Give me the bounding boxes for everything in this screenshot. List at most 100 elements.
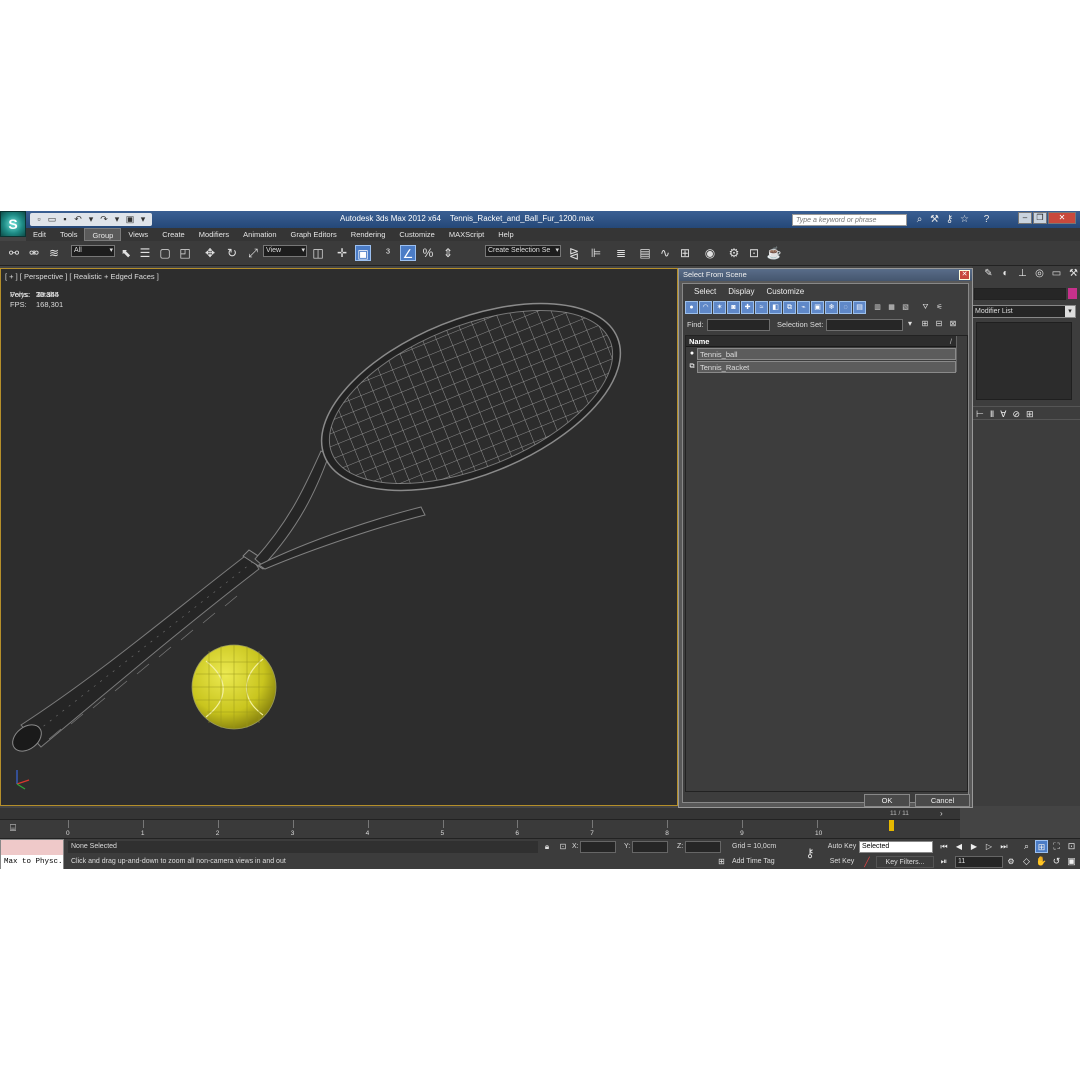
containers-filter-icon[interactable]: ▣: [811, 301, 824, 314]
name-column-header[interactable]: Name /: [686, 336, 956, 347]
display-all-icon[interactable]: ▤: [853, 301, 866, 314]
xrefs-filter-icon[interactable]: ⧉: [783, 301, 796, 314]
zoom-icon[interactable]: ⌕: [1020, 840, 1033, 853]
dialog-menu-display[interactable]: Display: [723, 285, 759, 299]
lock-selection-icon[interactable]: 🔒︎: [541, 841, 553, 853]
app-logo-icon[interactable]: S: [0, 211, 26, 237]
y-coordinate-field[interactable]: [632, 841, 668, 853]
show-end-result-icon[interactable]: Ⅱ: [990, 407, 994, 419]
dialog-menu-customize[interactable]: Customize: [761, 285, 809, 299]
current-frame-field[interactable]: 11: [955, 856, 1003, 868]
make-unique-icon[interactable]: ∀: [1000, 407, 1006, 419]
snaps-toggle-icon[interactable]: ³: [380, 245, 396, 261]
menu-group[interactable]: Group: [84, 228, 122, 241]
ok-button[interactable]: OK: [864, 794, 910, 807]
window-crossing-icon[interactable]: ◰: [177, 245, 193, 261]
menu-customize[interactable]: Customize: [392, 228, 441, 241]
menu-modifiers[interactable]: Modifiers: [192, 228, 236, 241]
named-selection-set-dropdown[interactable]: Create Selection Se: [485, 245, 561, 257]
key-mode-icon[interactable]: ╱: [861, 856, 873, 868]
selection-filter-dropdown[interactable]: All: [71, 245, 115, 257]
layer-manager-icon[interactable]: ≣: [613, 245, 629, 261]
list-item[interactable]: ⧉ Tennis_Racket: [686, 361, 956, 373]
time-tag-icon[interactable]: ⊞: [716, 856, 727, 867]
list-scrollbar[interactable]: [956, 336, 967, 372]
dialog-close-button[interactable]: ✕: [959, 270, 970, 280]
rotate-icon[interactable]: ↻: [224, 245, 240, 261]
hierarchy-tab-icon[interactable]: ⊥: [1016, 267, 1029, 280]
open-file-icon[interactable]: ▭: [46, 213, 58, 225]
find-input[interactable]: [707, 319, 770, 331]
binoculars-icon[interactable]: ⌕: [913, 213, 926, 226]
menu-animation[interactable]: Animation: [236, 228, 283, 241]
time-slider[interactable]: 11 / 11 ›: [0, 808, 960, 819]
favorites-icon[interactable]: ☆: [958, 213, 971, 226]
render-production-icon[interactable]: ☕: [766, 245, 782, 261]
link-icon[interactable]: ⚯: [6, 245, 22, 261]
object-color-swatch[interactable]: [1068, 288, 1077, 299]
transform-type-in-icon[interactable]: ⊡: [557, 841, 569, 853]
align-icon[interactable]: ⊫: [588, 245, 604, 261]
menu-help[interactable]: Help: [491, 228, 520, 241]
zoom-extents-icon[interactable]: ⛶: [1050, 840, 1063, 853]
key-icon[interactable]: ⚷: [943, 213, 956, 226]
angle-snap-icon[interactable]: ∠: [400, 245, 416, 261]
frozen-filter-icon[interactable]: ❄: [825, 301, 838, 314]
spinner-snap-icon[interactable]: ⇕: [440, 245, 456, 261]
set-key-button[interactable]: Set Key: [826, 856, 858, 868]
time-configuration-icon[interactable]: ⚙: [1005, 856, 1017, 868]
helpers-filter-icon[interactable]: ✚: [741, 301, 754, 314]
mirror-icon[interactable]: ⧎: [566, 245, 582, 261]
orbit-icon[interactable]: ↺: [1050, 855, 1063, 868]
select-manipulate-icon[interactable]: ✛: [334, 245, 350, 261]
filter-icon[interactable]: ⛛: [919, 301, 932, 314]
groups-filter-icon[interactable]: ◧: [769, 301, 782, 314]
go-to-start-icon[interactable]: ⏮: [938, 841, 950, 853]
new-file-icon[interactable]: ▫: [33, 213, 45, 225]
dialog-menu-select[interactable]: Select: [689, 285, 721, 299]
add-time-tag[interactable]: Add Time Tag: [732, 856, 775, 868]
reference-coordinate-dropdown[interactable]: View: [263, 245, 307, 257]
maxscript-listener[interactable]: Max to Physc.: [0, 839, 64, 869]
move-icon[interactable]: ✥: [202, 245, 218, 261]
next-frame-icon[interactable]: ›: [940, 808, 943, 819]
pivot-center-icon[interactable]: ◫: [310, 245, 326, 261]
rectangular-selection-icon[interactable]: ▢: [157, 245, 173, 261]
material-editor-icon[interactable]: ◉: [702, 245, 718, 261]
help-search-input[interactable]: Type a keyword or phrase: [792, 214, 907, 226]
tennis-racket[interactable]: [8, 269, 647, 757]
display-tab-icon[interactable]: ▭: [1050, 267, 1063, 280]
bind-space-warp-icon[interactable]: ≋: [46, 245, 62, 261]
project-folder-icon[interactable]: ▣: [124, 213, 136, 225]
save-icon[interactable]: ▪: [59, 213, 71, 225]
go-to-end-icon[interactable]: ⏭: [998, 841, 1010, 853]
redo-icon[interactable]: ↷: [98, 213, 110, 225]
object-name-field[interactable]: [974, 288, 1066, 300]
menu-tools[interactable]: Tools: [53, 228, 85, 241]
viewport-label[interactable]: [ + ] [ Perspective ] [ Realistic + Edge…: [5, 272, 159, 281]
modifier-list-dropdown[interactable]: Modifier List ▾: [972, 305, 1076, 318]
previous-frame-icon[interactable]: ◀: [953, 841, 965, 853]
unlink-icon[interactable]: ⚮: [26, 245, 42, 261]
next-frame-button-icon[interactable]: ▷: [983, 841, 995, 853]
lights-filter-icon[interactable]: ✶: [713, 301, 726, 314]
create-tab-icon[interactable]: ✎: [982, 267, 995, 280]
shapes-filter-icon[interactable]: ◠: [699, 301, 712, 314]
percent-snap-icon[interactable]: %: [420, 245, 436, 261]
key-selection-dropdown[interactable]: Selected: [859, 841, 933, 853]
field-of-view-icon[interactable]: ◇: [1020, 855, 1033, 868]
configure-modifier-sets-icon[interactable]: ⊞: [1026, 407, 1034, 419]
play-icon[interactable]: ▶: [968, 841, 980, 853]
set-key-icon[interactable]: ⚷: [801, 845, 819, 861]
scale-icon[interactable]: ⤢: [245, 245, 261, 261]
menu-maxscript[interactable]: MAXScript: [442, 228, 491, 241]
list-view-icon[interactable]: ⊠: [947, 318, 959, 330]
curve-editor-icon[interactable]: ∿: [657, 245, 673, 261]
key-filters-button[interactable]: Key Filters...: [876, 856, 934, 868]
maxscript-output[interactable]: Max to Physc.: [1, 855, 63, 869]
filter-options-icon[interactable]: ⚟: [933, 301, 946, 314]
render-setup-icon[interactable]: ⚙: [726, 245, 742, 261]
auto-key-button[interactable]: Auto Key: [826, 841, 858, 853]
selection-set-dropdown[interactable]: [826, 319, 903, 331]
redo-dropdown-icon[interactable]: ▾: [111, 213, 123, 225]
